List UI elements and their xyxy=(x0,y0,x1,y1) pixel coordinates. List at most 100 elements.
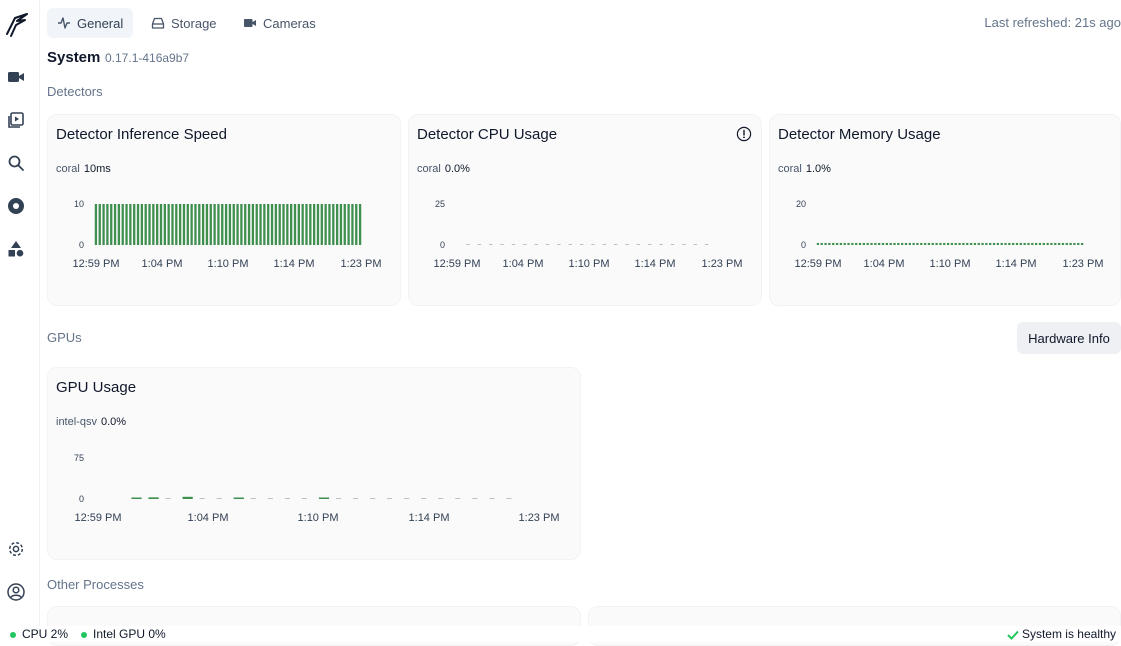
chart-bar xyxy=(958,243,960,245)
chart-bar xyxy=(817,243,819,245)
chart-bar xyxy=(928,243,930,245)
chart-bar xyxy=(694,244,697,245)
detector-memory-usage-card: Detector Memory Usage coral1.0% 20012:59… xyxy=(769,114,1121,306)
chart-bar xyxy=(387,498,392,499)
hardware-info-button[interactable]: Hardware Info xyxy=(1017,322,1121,354)
chart-bar xyxy=(302,498,307,499)
chart-bar xyxy=(981,243,983,245)
account-icon[interactable] xyxy=(4,580,28,604)
chart-bar xyxy=(943,243,945,245)
chart-bar xyxy=(198,204,200,245)
chart-bar xyxy=(603,244,606,245)
chart-bar xyxy=(421,498,426,499)
chart-bar xyxy=(955,243,957,245)
chart-bar xyxy=(166,498,171,499)
chart-bar xyxy=(347,204,349,245)
chart-bar xyxy=(1069,243,1071,245)
activity-icon xyxy=(57,16,71,30)
chart-bar xyxy=(637,244,640,245)
chart-bar xyxy=(832,243,834,245)
tab-storage[interactable]: Storage xyxy=(141,8,227,38)
chart-bar xyxy=(840,243,842,245)
chart-bar xyxy=(978,243,980,245)
other-processes-heading: Other Processes xyxy=(47,577,144,592)
chart-bar xyxy=(340,204,342,245)
chart-bar xyxy=(290,204,292,245)
chart-bar xyxy=(828,243,830,245)
chart-bar xyxy=(1073,243,1075,245)
chart-bar xyxy=(870,243,872,245)
chart-bar xyxy=(489,498,494,499)
export-icon[interactable] xyxy=(4,194,28,218)
chart-bar xyxy=(202,204,204,245)
chart-bar xyxy=(874,243,876,245)
chart-bar xyxy=(267,204,269,245)
chart-bar xyxy=(129,204,131,245)
chart-bar xyxy=(319,498,329,500)
live-camera-icon[interactable] xyxy=(4,65,28,89)
status-bar: CPU 2% Intel GPU 0% System is healthy xyxy=(0,626,1121,642)
status-dot xyxy=(10,632,16,638)
chart-bar xyxy=(974,243,976,245)
chart-bar xyxy=(353,498,358,499)
chart-bar xyxy=(298,204,300,245)
chart-plot xyxy=(48,115,402,307)
chart-bar xyxy=(580,244,583,245)
detector-inference-speed-card: Detector Inference Speed coral10ms 10012… xyxy=(47,114,401,306)
chart-bar xyxy=(268,498,273,499)
chart-bar xyxy=(851,243,853,245)
chart-bar xyxy=(1039,243,1041,245)
health-status[interactable]: System is healthy xyxy=(1007,627,1116,641)
chart-bar xyxy=(920,243,922,245)
chart-bar xyxy=(924,243,926,245)
review-icon[interactable] xyxy=(4,108,28,132)
chart-bar xyxy=(863,243,865,245)
explore-icon[interactable] xyxy=(4,237,28,261)
chart-bar xyxy=(141,204,143,245)
chart-bar xyxy=(210,204,212,245)
chart-bar xyxy=(106,204,108,245)
chart-bar xyxy=(966,243,968,245)
chart-bar xyxy=(131,498,141,500)
page-title: System xyxy=(47,49,100,66)
chart-bar xyxy=(225,204,227,245)
chart-bar xyxy=(472,498,477,499)
chart-bar xyxy=(248,204,250,245)
chart-bar xyxy=(244,204,246,245)
chart-bar xyxy=(1066,243,1068,245)
chart-bar xyxy=(847,243,849,245)
chart-bar xyxy=(336,498,341,499)
tab-cameras[interactable]: Cameras xyxy=(233,8,326,38)
chart-bar xyxy=(252,204,254,245)
detector-cpu-usage-card: Detector CPU Usage coral0.0% 25012:59 PM… xyxy=(408,114,762,306)
chart-bar xyxy=(534,244,537,245)
chart-bar xyxy=(1008,243,1010,245)
chart-bar xyxy=(156,204,158,245)
chart-bar xyxy=(309,204,311,245)
chart-bar xyxy=(114,204,116,245)
chart-bar xyxy=(705,244,708,245)
chart-bar xyxy=(912,243,914,245)
tab-label: General xyxy=(77,16,123,31)
chart-bar xyxy=(844,243,846,245)
tab-general[interactable]: General xyxy=(47,8,133,38)
chart-bar xyxy=(213,204,215,245)
chart-bar xyxy=(569,244,572,245)
chart-bar xyxy=(217,498,222,499)
search-icon[interactable] xyxy=(4,151,28,175)
chart-bar xyxy=(118,204,120,245)
chart-bar xyxy=(229,204,231,245)
chart-bar xyxy=(932,243,934,245)
chart-plot xyxy=(770,115,1121,307)
chart-bar xyxy=(256,204,258,245)
settings-icon[interactable] xyxy=(4,537,28,561)
chart-bar xyxy=(137,204,139,245)
chart-bar xyxy=(878,243,880,245)
chart-bar xyxy=(614,244,617,245)
app-logo[interactable] xyxy=(5,12,29,38)
chart-plot xyxy=(409,115,763,307)
chart-bar xyxy=(500,244,503,245)
chart-bar xyxy=(1050,243,1052,245)
chart-bar xyxy=(200,498,205,499)
chart-bar xyxy=(867,243,869,245)
